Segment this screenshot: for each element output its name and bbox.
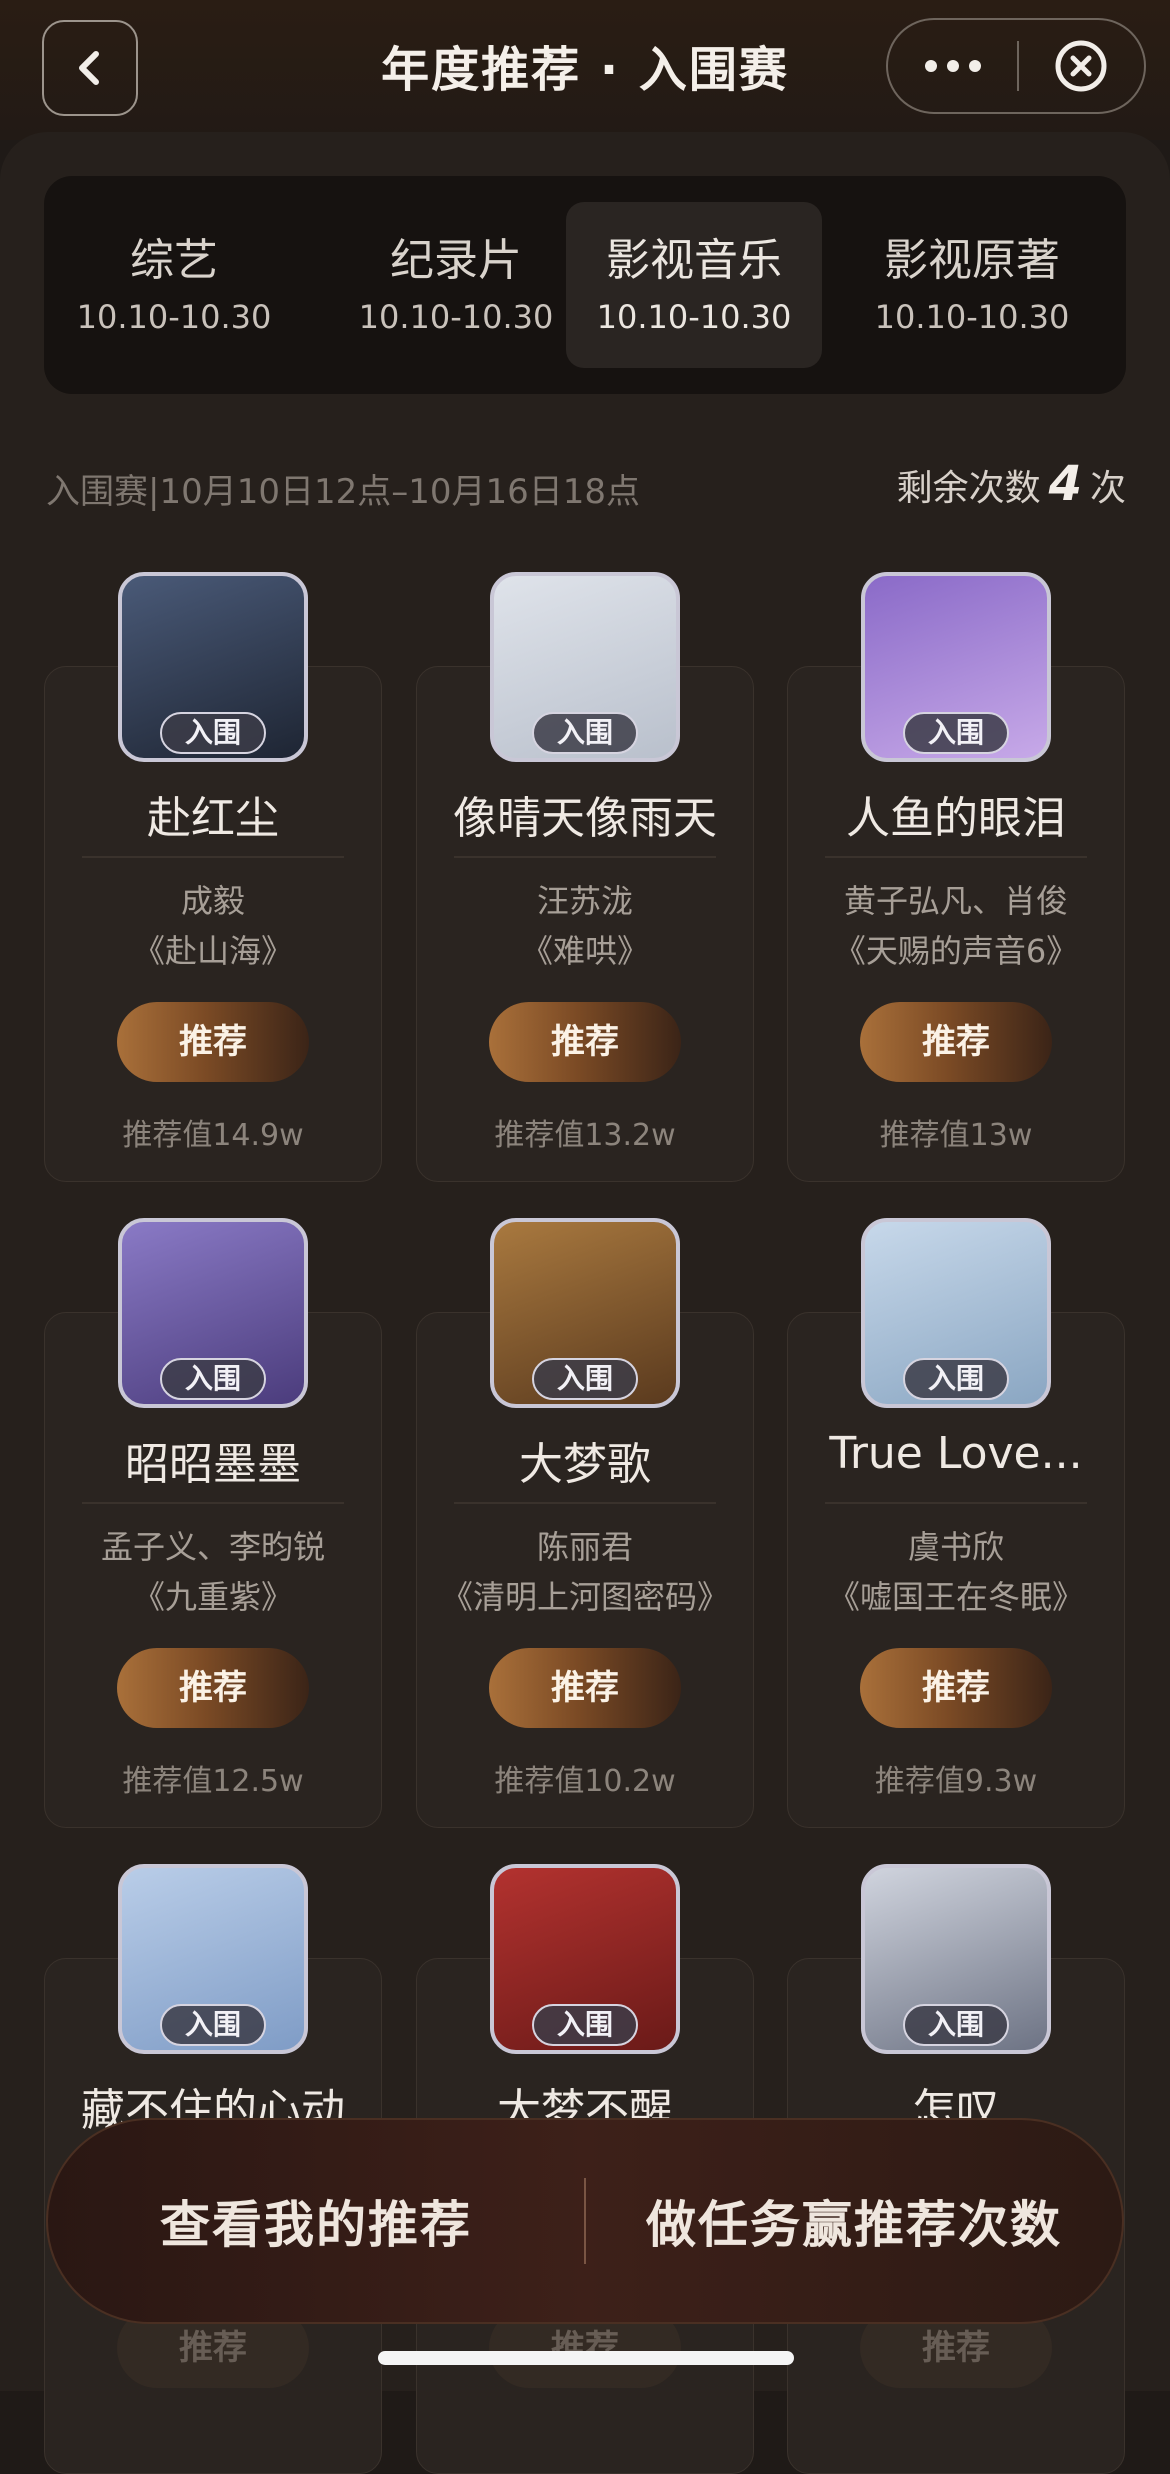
- recommend-value: 推荐值12.5w: [122, 1764, 304, 1799]
- nominated-badge: 入围: [532, 2004, 638, 2046]
- source-drama: 《难哄》: [520, 932, 649, 970]
- song-title: 人鱼的眼泪: [846, 793, 1066, 844]
- recommend-button[interactable]: 推荐: [489, 1648, 681, 1728]
- tab-date: 10.10-10.30: [358, 298, 554, 336]
- song-title: 像晴天像雨天: [453, 793, 717, 844]
- earn-recommend-tasks-button[interactable]: 做任务赢推荐次数: [586, 2185, 1122, 2257]
- tab-film-music[interactable]: 影视音乐 10.10-10.30: [566, 202, 822, 368]
- recommend-button[interactable]: 推荐: [860, 1648, 1052, 1728]
- chevron-left-icon: [79, 51, 99, 85]
- view-my-recommend-button[interactable]: 查看我的推荐: [48, 2185, 584, 2257]
- tab-name: 综艺: [130, 235, 218, 286]
- remaining-label: 剩余次数: [896, 468, 1041, 509]
- recommend-button[interactable]: 推荐: [117, 1002, 309, 1082]
- nominated-badge: 入围: [903, 712, 1009, 754]
- remaining-count: 剩余次数 4 次: [897, 456, 1126, 512]
- artist-name: 成毅: [180, 882, 245, 920]
- nominated-badge: 入围: [903, 1358, 1009, 1400]
- album-cover-image[interactable]: 入围: [861, 1218, 1051, 1408]
- card-separator: [825, 856, 1087, 858]
- card-separator: [454, 856, 716, 858]
- remaining-number: 4: [1048, 456, 1082, 512]
- artist-name: 虞书欣: [907, 1528, 1004, 1566]
- album-cover-image[interactable]: 入围: [490, 572, 680, 762]
- song-title: 赴红尘: [147, 793, 279, 844]
- source-drama: 《清明上河图密码》: [440, 1578, 729, 1616]
- card-separator: [82, 856, 344, 858]
- source-drama: 《赴山海》: [132, 932, 293, 970]
- artist-name: 汪苏泷: [536, 882, 633, 920]
- more-button[interactable]: [888, 20, 1017, 112]
- tab-name: 影视原著: [884, 235, 1060, 286]
- tab-date: 10.10-10.30: [596, 298, 792, 336]
- nominated-badge: 入围: [532, 712, 638, 754]
- recommend-button[interactable]: 推荐: [489, 1002, 681, 1082]
- album-cover-image[interactable]: 入围: [118, 572, 308, 762]
- nominated-badge: 入围: [160, 712, 266, 754]
- album-cover-image[interactable]: 入围: [861, 1864, 1051, 2054]
- song-title: 大梦歌: [519, 1439, 651, 1490]
- recommend-value: 推荐值13w: [879, 1118, 1033, 1153]
- tab-name: 影视音乐: [606, 235, 782, 286]
- recommend-button[interactable]: 推荐: [117, 1648, 309, 1728]
- source-drama: 《嘘国王在冬眠》: [827, 1578, 1084, 1616]
- album-cover-image[interactable]: 入围: [118, 1218, 308, 1408]
- card-separator: [454, 1502, 716, 1504]
- category-tabs: 综艺 10.10-10.30 纪录片 10.10-10.30 影视音乐 10.1…: [44, 176, 1126, 394]
- nominated-badge: 入围: [903, 2004, 1009, 2046]
- source-drama: 《天赐的声音6》: [833, 932, 1079, 970]
- tab-name: 纪录片: [390, 235, 522, 286]
- home-indicator: [378, 2351, 794, 2365]
- artist-name: 陈丽君: [536, 1528, 633, 1566]
- album-cover-image[interactable]: 入围: [118, 1864, 308, 2054]
- card-separator: [825, 1502, 1087, 1504]
- nominated-badge: 入围: [160, 2004, 266, 2046]
- artist-name: 黄子弘凡、肖俊: [843, 882, 1068, 920]
- album-cover-image[interactable]: 入围: [861, 572, 1051, 762]
- tab-date: 10.10-10.30: [76, 298, 272, 336]
- close-circle-icon: [1055, 40, 1107, 92]
- album-cover-image[interactable]: 入围: [490, 1218, 680, 1408]
- recommend-button[interactable]: 推荐: [860, 1002, 1052, 1082]
- card-separator: [82, 1502, 344, 1504]
- recommend-value: 推荐值14.9w: [122, 1118, 304, 1153]
- close-button[interactable]: [1019, 20, 1144, 112]
- song-title: 昭昭墨墨: [125, 1439, 301, 1490]
- tab-date: 10.10-10.30: [874, 298, 1070, 336]
- song-title: True Love...: [829, 1428, 1083, 1479]
- nominated-badge: 入围: [532, 1358, 638, 1400]
- album-cover-image[interactable]: 入围: [490, 1864, 680, 2054]
- round-period: 入围赛|10月10日12点–10月16日18点: [46, 472, 641, 512]
- recommend-value: 推荐值10.2w: [494, 1764, 676, 1799]
- page-title: 年度推荐 · 入围赛: [381, 42, 789, 98]
- bottom-action-bar: 查看我的推荐 做任务赢推荐次数: [46, 2118, 1124, 2324]
- recommend-value: 推荐值9.3w: [874, 1764, 1038, 1799]
- nominated-badge: 入围: [160, 1358, 266, 1400]
- mini-program-capsule: [886, 18, 1146, 114]
- tab-variety[interactable]: 综艺 10.10-10.30: [46, 202, 302, 368]
- back-button[interactable]: [42, 20, 138, 116]
- source-drama: 《九重紫》: [132, 1578, 293, 1616]
- recommend-value: 推荐值13.2w: [494, 1118, 676, 1153]
- tab-film-original[interactable]: 影视原著 10.10-10.30: [844, 202, 1100, 368]
- artist-name: 孟子义、李昀锐: [100, 1528, 325, 1566]
- more-dots-icon: [924, 60, 981, 72]
- remaining-unit: 次: [1089, 468, 1126, 509]
- tab-documentary[interactable]: 纪录片 10.10-10.30: [328, 202, 584, 368]
